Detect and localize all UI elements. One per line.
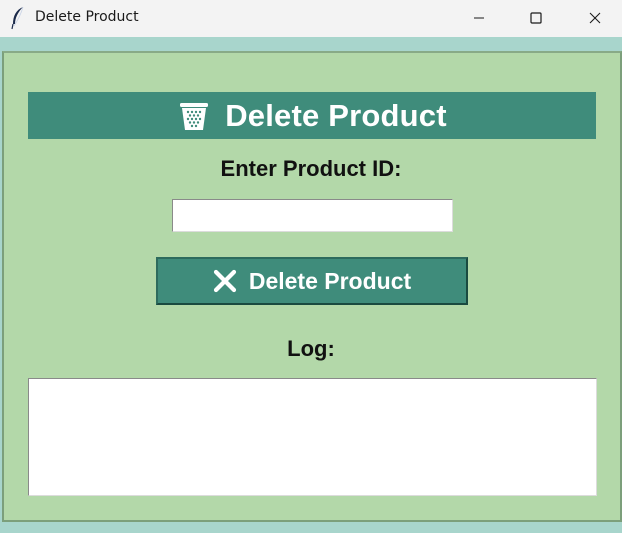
maximize-button[interactable] — [507, 0, 565, 36]
log-label: Log: — [287, 336, 335, 361]
minimize-button[interactable] — [450, 0, 508, 36]
maximize-icon — [530, 12, 542, 24]
title-bar: Delete Product — [0, 0, 622, 37]
page-title: Delete Product — [225, 97, 447, 133]
log-textarea[interactable] — [28, 378, 597, 496]
window-title: Delete Product — [35, 9, 139, 25]
product-id-input[interactable] — [172, 199, 453, 232]
header-banner: Delete Product — [28, 92, 596, 139]
close-button[interactable] — [566, 0, 622, 36]
window-bottom-border — [0, 522, 622, 533]
feather-icon — [11, 6, 24, 30]
minimize-icon — [474, 17, 484, 19]
cross-icon — [213, 269, 236, 293]
window-top-border — [0, 37, 622, 51]
close-icon — [589, 12, 601, 24]
delete-button-label: Delete Product — [248, 267, 412, 294]
product-id-label: Enter Product ID: — [220, 156, 402, 181]
trash-icon — [180, 102, 209, 130]
delete-product-button[interactable]: Delete Product — [156, 257, 468, 305]
